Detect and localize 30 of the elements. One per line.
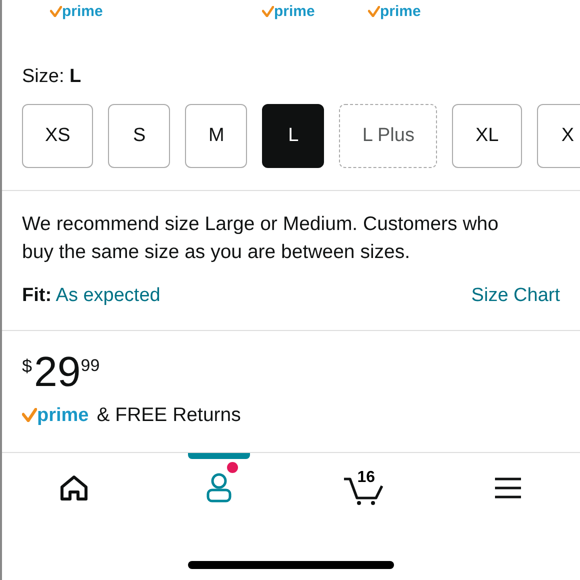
size-button[interactable]: L [262, 104, 324, 168]
menu-icon [494, 476, 522, 499]
check-icon [262, 6, 274, 17]
returns-text: & FREE Returns [96, 402, 241, 428]
nav-tab[interactable]: 16 [291, 452, 436, 523]
cart-count: 16 [357, 468, 376, 488]
size-button[interactable]: XS [22, 104, 94, 168]
person-icon [206, 472, 232, 503]
size-button[interactable]: XL [452, 104, 522, 168]
prime-label: prime [62, 4, 103, 19]
prime-label: prime [37, 406, 89, 425]
home-icon [60, 474, 88, 501]
fit-label: Fit: [22, 285, 52, 306]
prime-label: prime [274, 4, 315, 19]
size-button[interactable]: X [536, 104, 580, 168]
prime-label: prime [380, 4, 421, 19]
check-icon [50, 6, 62, 17]
size-button[interactable]: M [185, 104, 248, 168]
price-fraction: 99 [80, 356, 100, 374]
selected-size: L [70, 66, 82, 87]
size-button[interactable]: S [108, 104, 170, 168]
price-currency: $ [22, 356, 32, 374]
price-whole: 29 [34, 350, 81, 392]
size-chart-link[interactable]: Size Chart [471, 282, 560, 310]
fit-link[interactable]: As expected [56, 285, 160, 306]
check-icon [22, 408, 37, 422]
size-label: Size: [22, 66, 66, 87]
size-button[interactable]: L Plus [339, 104, 438, 168]
recommendation-text: We recommend size Large or Medium. Customers who buy the same size as you are between sizes. [21, 212, 500, 265]
check-icon [368, 6, 380, 17]
